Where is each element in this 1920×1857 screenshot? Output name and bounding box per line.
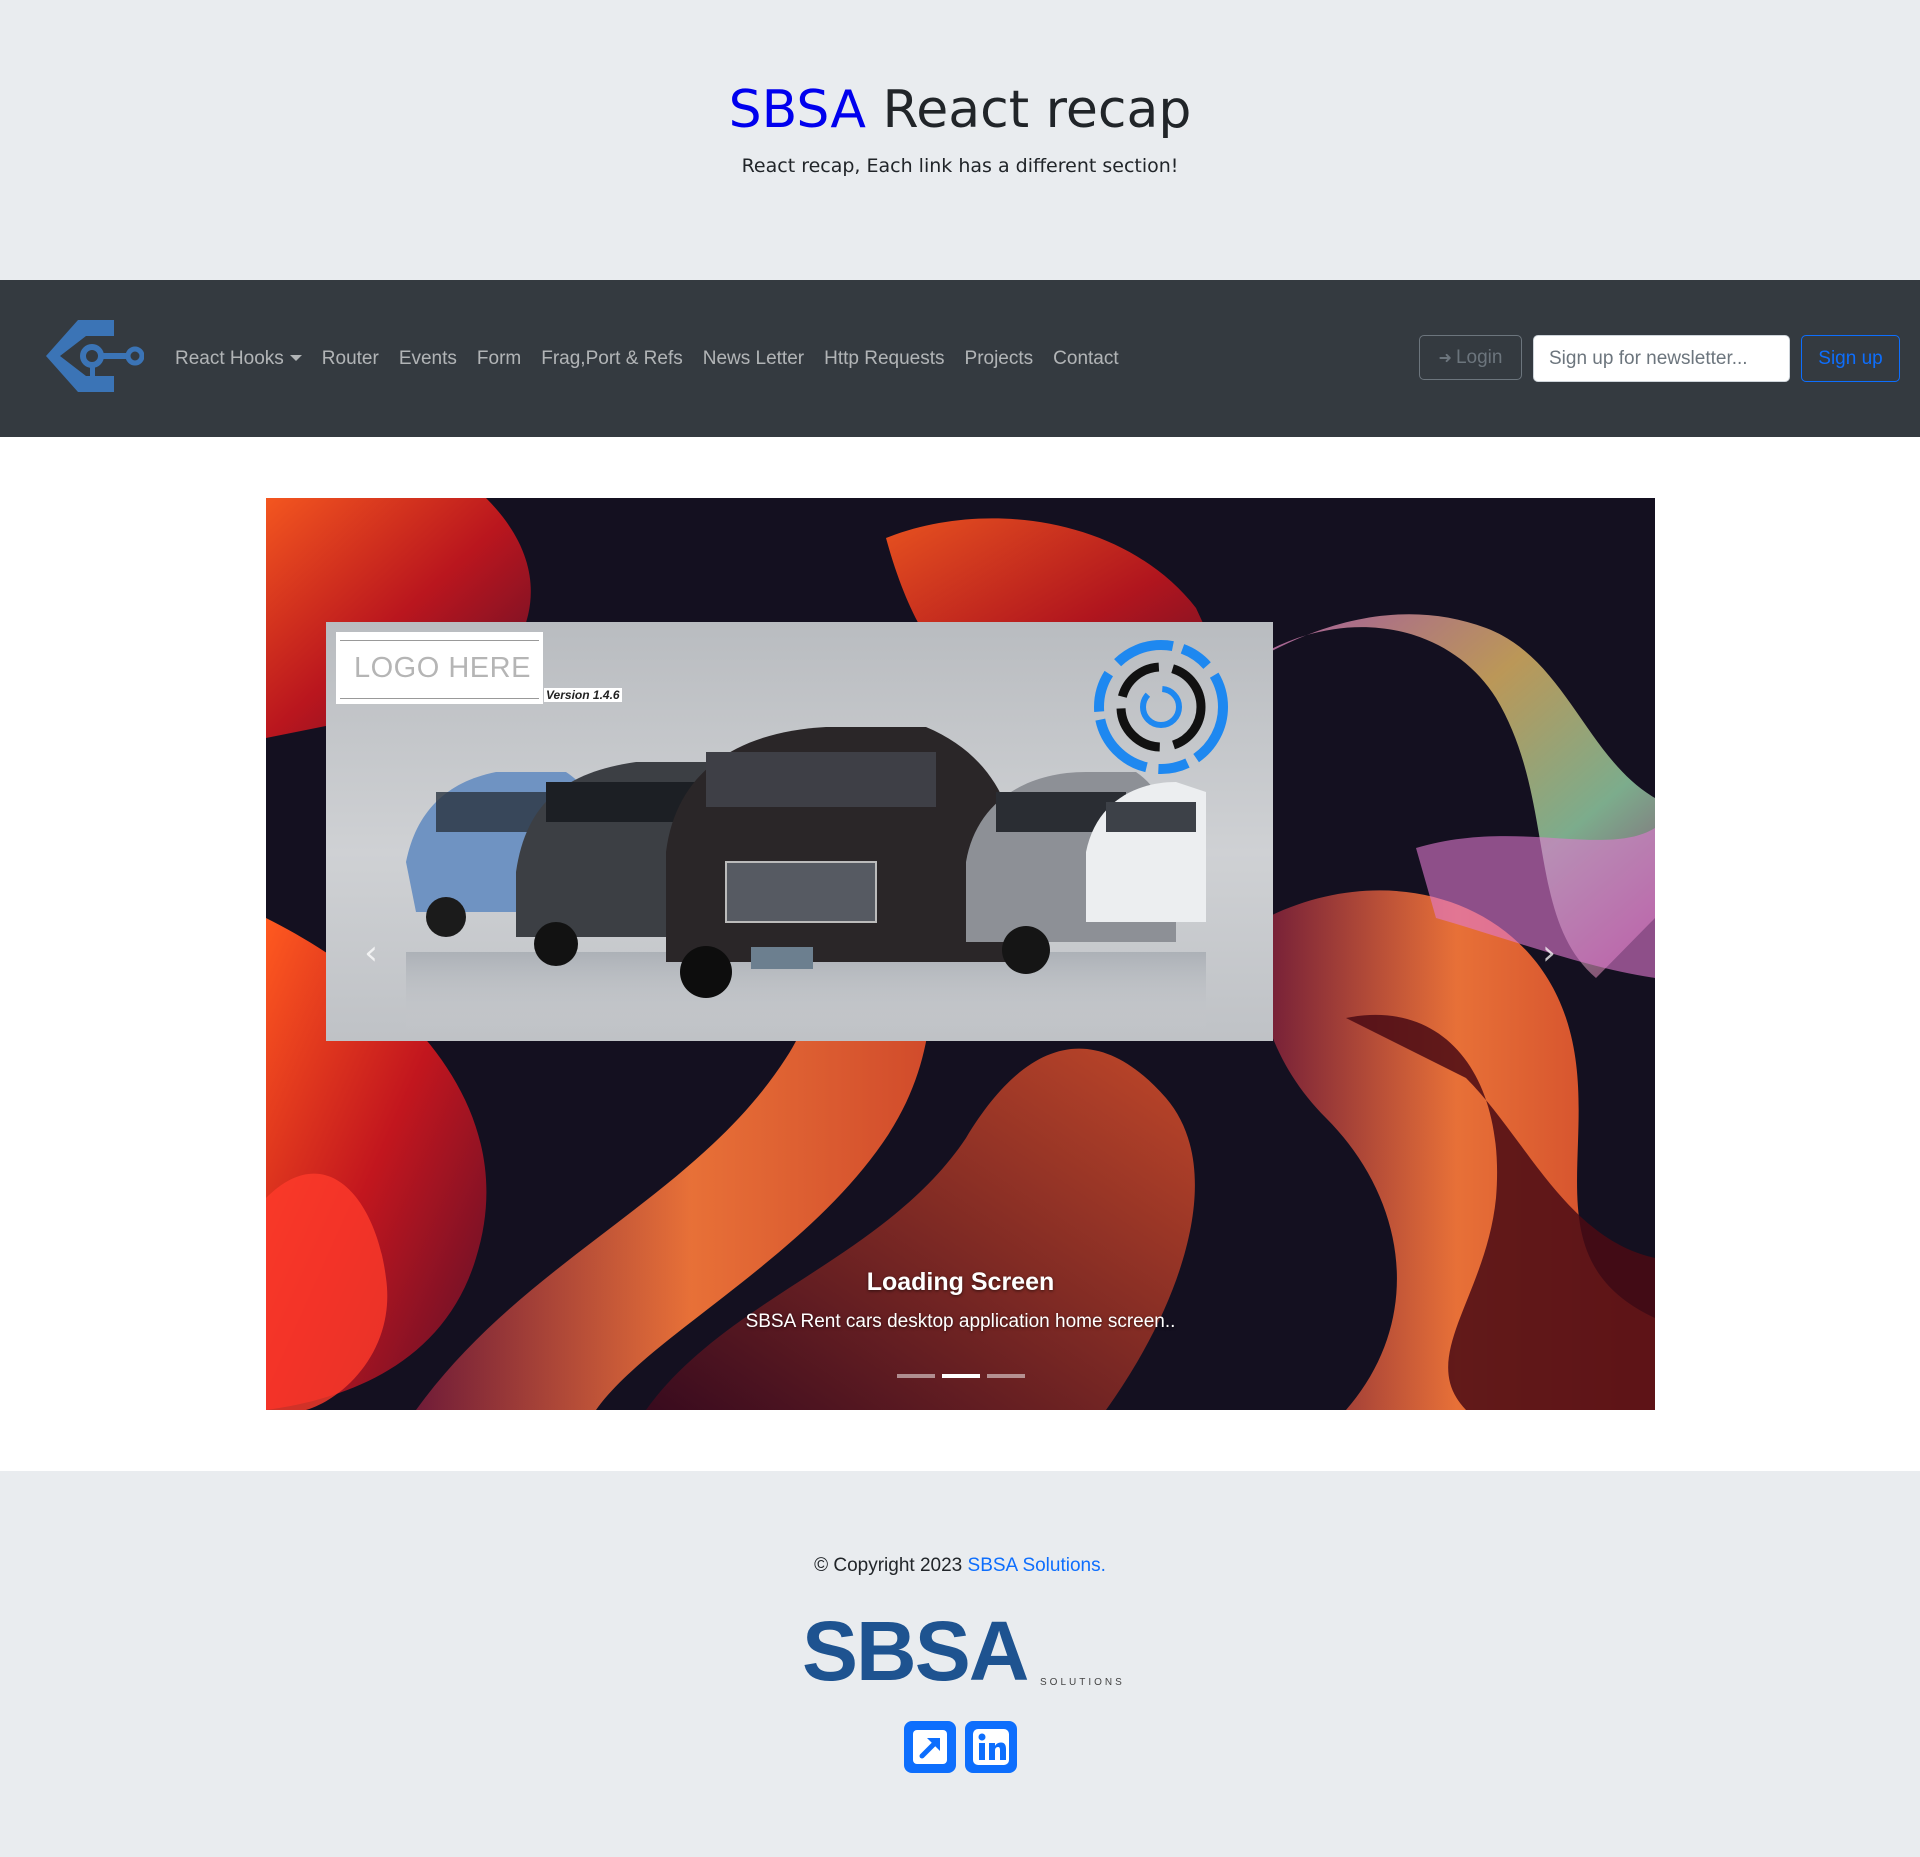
caption-text: SBSA Rent cars desktop application home …: [745, 1311, 1176, 1332]
chevron-left-icon: ‹: [364, 933, 378, 973]
carousel-indicator-3[interactable]: [986, 1374, 1025, 1378]
cars-image: [406, 727, 1206, 1032]
linkedin-icon: [972, 1729, 1009, 1765]
chevron-right-icon: ›: [1542, 933, 1556, 973]
newsletter-input[interactable]: [1533, 335, 1790, 382]
external-link-icon: [912, 1730, 947, 1764]
navbar: React Hooks Router Events Form Frag,Port…: [0, 280, 1920, 437]
nav-contact[interactable]: Contact: [1043, 348, 1128, 370]
company-link[interactable]: SBSA Solutions.: [968, 1555, 1106, 1576]
nav-links: React Hooks Router Events Form Frag,Port…: [175, 280, 1129, 437]
footer: © Copyright 2023 SBSA Solutions. SBSA SO…: [0, 1471, 1920, 1857]
version-label: Version 1.4.6: [544, 688, 622, 702]
page-header: SBSA React recap React recap, Each link …: [0, 0, 1920, 280]
footer-logo-text: SBSA: [802, 1604, 1029, 1698]
nav-news-letter[interactable]: News Letter: [693, 348, 814, 370]
login-button[interactable]: ➜ Login: [1419, 335, 1522, 380]
copyright-prefix: © Copyright 2023: [814, 1555, 968, 1576]
footer-logo: SBSA SOLUTIONS: [802, 1609, 1132, 1697]
logo-placeholder-text: LOGO HERE: [354, 652, 531, 684]
nav-react-hooks-dropdown[interactable]: React Hooks: [175, 348, 312, 370]
title-brand: SBSA: [728, 80, 866, 140]
signup-button[interactable]: Sign up: [1801, 335, 1900, 382]
carousel-next-button[interactable]: ›: [1529, 928, 1569, 978]
social-links: [0, 1721, 1920, 1773]
footer-logo-subtext: SOLUTIONS: [1040, 1677, 1125, 1688]
copyright-text: © Copyright 2023 SBSA Solutions.: [0, 1555, 1920, 1577]
external-link-button[interactable]: [903, 1721, 956, 1773]
slide-screenshot: LOGO HERE Version 1.4.6: [326, 622, 1273, 1041]
carousel-prev-button[interactable]: ‹: [351, 928, 391, 978]
carousel-caption: Loading Screen SBSA Rent cars desktop ap…: [266, 1268, 1655, 1333]
carousel-indicators: [266, 1374, 1655, 1378]
nav-events[interactable]: Events: [389, 348, 467, 370]
title-text: React recap: [882, 80, 1192, 140]
sign-in-icon: ➜: [1438, 349, 1452, 367]
carousel-indicator-2[interactable]: [941, 1374, 980, 1378]
image-carousel: LOGO HERE Version 1.4.6 ‹ › Loading Scre…: [266, 498, 1655, 1410]
caret-down-icon: [289, 354, 302, 361]
nav-frag-port-refs[interactable]: Frag,Port & Refs: [531, 348, 693, 370]
nav-router[interactable]: Router: [312, 348, 389, 370]
linkedin-button[interactable]: [964, 1721, 1017, 1773]
logo-placeholder: LOGO HERE: [336, 632, 543, 704]
login-label: Login: [1455, 346, 1503, 368]
carousel-indicator-1[interactable]: [896, 1374, 935, 1378]
nav-http-requests[interactable]: Http Requests: [814, 348, 954, 370]
nav-form[interactable]: Form: [467, 348, 531, 370]
nav-projects[interactable]: Projects: [955, 348, 1044, 370]
key-diamond-logo-icon[interactable]: [42, 318, 144, 394]
page-subtitle: React recap, Each link has a different s…: [741, 155, 1179, 178]
caption-title: Loading Screen: [866, 1268, 1055, 1296]
page-title: SBSA React recap: [728, 80, 1192, 140]
